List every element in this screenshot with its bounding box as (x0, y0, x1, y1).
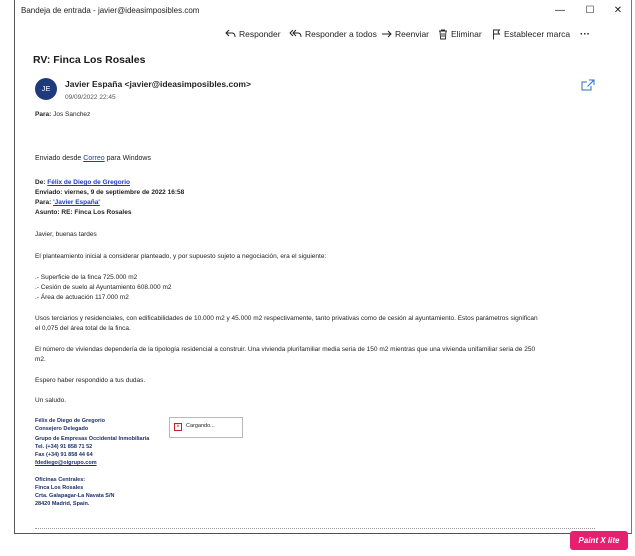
farewell: Un saludo. (35, 397, 67, 404)
usos-line-1: Usos terciarios y residenciales, con edi… (35, 315, 538, 322)
signature-role: Consejero Delegado (35, 426, 89, 432)
window-title: Bandeja de entrada - javier@ideasimposib… (21, 6, 200, 15)
sent-label: Enviado: (35, 189, 63, 196)
sent-value: viernes, 9 de septiembre de 2022 16:58 (64, 189, 185, 196)
paint-x-lite-badge: Paint X lite (570, 531, 628, 550)
bullet-surface: .- Superficie de la finca 725.000 m2 (35, 274, 138, 281)
signature-road: Crta. Galapagar-La Navata S/N (35, 493, 115, 499)
to-label: Para: (35, 111, 52, 118)
forward-arrow-icon (382, 30, 392, 38)
minimize-button[interactable]: — (547, 3, 573, 19)
message-subject: RV: Finca Los Rosales (33, 54, 146, 66)
signature-offices: Oficinas Centrales: (35, 477, 86, 483)
closing-line: Espero haber respondido a tus dudas. (35, 377, 146, 384)
flag-icon (493, 29, 501, 39)
signature-fax: Fax (+34) 91 858 44 64 (35, 452, 93, 458)
message-datetime: 09/09/2022 22:45 (65, 94, 116, 101)
more-content-divider (35, 528, 595, 531)
signature-company: Grupo de Empresas Occidental Inmobiliari… (35, 436, 150, 442)
title-bar: Bandeja de entrada - javier@ideasimposib… (15, 0, 631, 22)
signature-finca: Finca Los Rosales (35, 485, 84, 491)
reply-button[interactable]: Responder (225, 26, 281, 42)
reply-label: Responder (239, 29, 281, 39)
sender-address[interactable]: Javier España <javier@ideasimposibles.co… (65, 79, 251, 89)
maximize-button[interactable]: ☐ (577, 3, 603, 19)
reply-all-label: Responder a todos (305, 29, 377, 39)
avatar: JE (35, 78, 57, 100)
asunto-value: RE: Finca Los Rosales (61, 209, 132, 216)
close-button[interactable]: ✕ (605, 3, 631, 19)
viviendas-line-2: m2. (35, 356, 46, 363)
reply-all-button[interactable]: Responder a todos (289, 26, 377, 42)
sent-from-suffix: para Windows (104, 155, 151, 162)
from-label: De: (35, 179, 46, 186)
more-options-button[interactable]: ··· (580, 26, 590, 42)
mail-app-link[interactable]: Correo (83, 155, 104, 162)
broken-image-icon: × (174, 423, 182, 431)
bullet-area: .- Área de actuación 117.000 m2 (35, 294, 129, 301)
signature-tel: Tel. (+34) 91 858 71 52 (35, 444, 93, 450)
trash-icon (439, 29, 447, 39)
to-recipient: Jos Sanchez (53, 111, 91, 118)
signature-name: Félix de Diego de Gregorio (35, 418, 105, 424)
viviendas-line-1: El número de viviendas dependería de la … (35, 346, 536, 353)
mail-window: Bandeja de entrada - javier@ideasimposib… (14, 0, 632, 534)
reply-icon (225, 29, 236, 38)
forward-sent-line: Enviado: viernes, 9 de septiembre de 202… (35, 189, 184, 196)
loading-text: Cargando... (186, 423, 215, 429)
usos-line-2: el 0,075 del área total de la finca. (35, 325, 131, 332)
bullet-cession: .- Cesión de suelo al Ayuntamiento 608.0… (35, 284, 172, 291)
asunto-label: Asunto: (35, 209, 60, 216)
forward-to-line: Para: 'Javier España' (35, 199, 100, 206)
signature-city: 28420 Madrid, Spain. (35, 501, 90, 507)
flag-label: Establecer marca (504, 29, 571, 39)
greeting: Javier, buenas tardes (35, 231, 97, 238)
delete-label: Eliminar (451, 29, 482, 39)
reply-all-icon (289, 29, 302, 38)
open-in-new-window-button[interactable] (581, 78, 595, 96)
to-line: Para: Jos Sanchez (35, 111, 90, 118)
forward-button[interactable]: Reenviar (381, 26, 429, 42)
forward-subject-line: Asunto: RE: Finca Los Rosales (35, 209, 131, 216)
signature-email[interactable]: fdediego@oigrupo.com (35, 460, 97, 466)
para-label: Para: (35, 199, 52, 206)
delete-button[interactable]: Eliminar (438, 26, 482, 42)
sent-from-prefix: Enviado desde (35, 155, 84, 162)
forward-from-line: De: Félix de Diego de Gregorio (35, 179, 130, 186)
intro-paragraph: El planteamiento inicial a considerar pl… (35, 253, 327, 260)
from-link[interactable]: Félix de Diego de Gregorio (47, 179, 130, 186)
sent-from-line: Enviado desde Correo para Windows (35, 155, 151, 162)
popout-icon (581, 79, 595, 91)
forward-label: Reenviar (395, 29, 430, 39)
loading-image-placeholder: × Cargando... (169, 417, 243, 438)
flag-button[interactable]: Establecer marca (492, 26, 570, 42)
para-link[interactable]: 'Javier España' (53, 199, 100, 206)
message-toolbar: Responder Responder a todos Reenviar Eli… (15, 26, 631, 42)
